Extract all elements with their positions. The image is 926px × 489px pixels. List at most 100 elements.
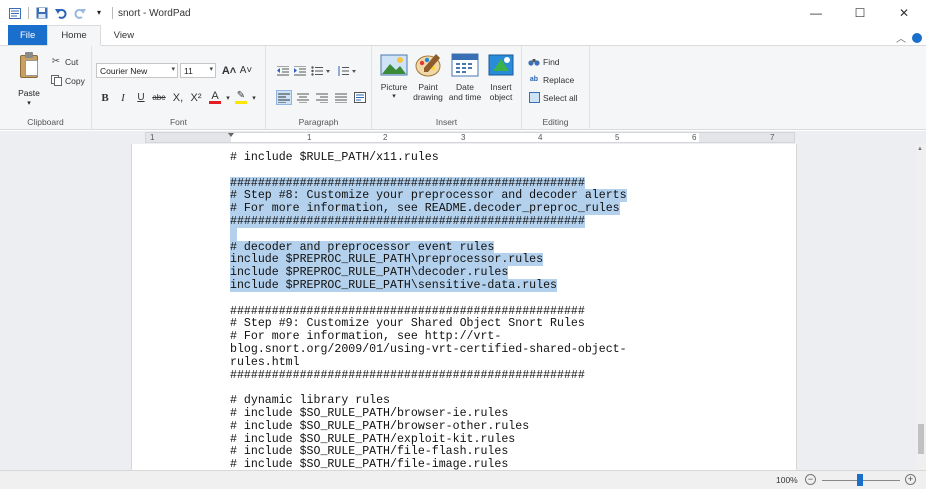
vertical-scrollbar[interactable]: ▲ <box>916 144 926 470</box>
document-page[interactable]: # include $RULE_PATH/x11.rules ##########… <box>131 144 797 470</box>
document-line-text: rules.html <box>230 355 300 369</box>
font-size-value: 11 <box>184 65 193 76</box>
font-group-label: Font <box>169 117 187 127</box>
picture-label: Picture <box>380 82 408 92</box>
replace-button[interactable]: ab Replace <box>528 74 574 85</box>
font-family-select[interactable]: Courier New ▾ <box>96 63 178 78</box>
align-right-icon[interactable] <box>314 90 330 105</box>
document-line[interactable] <box>230 227 627 242</box>
paint-drawing-label: Paint drawing <box>413 82 443 102</box>
calendar-icon <box>451 53 479 77</box>
document-line-text: # include $SO_RULE_PATH/browser-other.ru… <box>230 419 530 433</box>
highlight-button[interactable]: ✎ <box>234 90 248 105</box>
paint-drawing-button[interactable]: Paint drawing <box>410 52 446 102</box>
decrease-indent-icon[interactable] <box>276 63 290 78</box>
ruler-mark: 4 <box>538 133 543 142</box>
superscript-button[interactable]: X² <box>188 90 204 105</box>
font-size-select[interactable]: 11 ▾ <box>180 63 216 78</box>
document-line[interactable]: # include $SO_RULE_PATH/file-image.rules <box>230 458 627 470</box>
italic-button[interactable]: I <box>116 90 130 105</box>
minimize-button[interactable]: — <box>794 0 838 26</box>
undo-icon[interactable] <box>54 6 68 20</box>
line-spacing-icon[interactable] <box>336 63 358 78</box>
document-line[interactable]: ########################################… <box>230 214 627 229</box>
font-color-button[interactable]: A <box>208 90 222 105</box>
help-icon[interactable] <box>912 32 922 43</box>
title-bar: ▾ snort - WordPad — ☐ ✕ <box>0 0 926 26</box>
copy-label: Copy <box>65 75 85 86</box>
left-margin <box>146 133 231 142</box>
tab-view[interactable]: View <box>101 25 147 45</box>
paragraph-settings-icon[interactable] <box>352 90 368 105</box>
document-line-text: # Step #8: Customize your preprocessor a… <box>230 189 627 203</box>
zoom-level: 100% <box>776 475 798 485</box>
zoom-out-button[interactable]: − <box>805 474 816 485</box>
find-button[interactable]: Find <box>528 56 560 67</box>
document-line[interactable] <box>230 165 627 178</box>
subscript-button[interactable]: X, <box>170 90 186 105</box>
shrink-font-button[interactable]: A˅ <box>239 63 253 78</box>
picture-button[interactable]: Picture ▾ <box>378 52 410 102</box>
ruler-mark: 1 <box>150 133 155 142</box>
paragraph-group-label: Paragraph <box>298 117 339 127</box>
window-title: snort - WordPad <box>118 7 191 19</box>
document-line[interactable]: include $PREPROC_RULE_PATH\sensitive-dat… <box>230 278 627 293</box>
collapse-ribbon-icon[interactable]: ︿ <box>896 30 906 45</box>
save-icon[interactable] <box>35 6 49 20</box>
ruler-mark: 7 <box>770 133 775 142</box>
paste-button[interactable]: Paste ▾ <box>14 52 44 110</box>
tab-home[interactable]: Home <box>47 25 101 46</box>
strikethrough-button[interactable]: abe <box>150 90 168 105</box>
chevron-down-icon[interactable]: ▾ <box>250 90 258 105</box>
document-line-text: # include $SO_RULE_PATH/file-image.rules <box>230 458 509 470</box>
scrollbar-thumb[interactable] <box>918 424 924 454</box>
ruler[interactable]: 1 1 2 3 4 5 6 7 <box>145 132 795 143</box>
align-center-icon[interactable] <box>295 90 311 105</box>
grow-font-button[interactable]: A˄ <box>222 63 236 78</box>
select-all-icon <box>528 92 540 103</box>
bold-button[interactable]: B <box>98 90 112 105</box>
object-icon <box>488 54 514 76</box>
status-bar: 100% − + <box>0 470 926 489</box>
chevron-down-icon: ▾ <box>209 66 213 73</box>
zoom-slider-thumb[interactable] <box>857 474 863 486</box>
increase-indent-icon[interactable] <box>293 63 307 78</box>
font-family-value: Courier New <box>100 65 148 76</box>
close-button[interactable]: ✕ <box>882 0 926 26</box>
redo-icon[interactable] <box>73 6 87 20</box>
paragraph-group: Paragraph <box>266 46 372 130</box>
document-line-text: # include $SO_RULE_PATH/browser-ie.rules <box>230 406 509 420</box>
copy-button[interactable]: Copy <box>50 75 85 86</box>
select-all-button[interactable]: Select all <box>528 92 578 103</box>
document-line-text: # Step #9: Customize your Shared Object … <box>230 317 585 331</box>
cut-button[interactable]: ✂ Cut <box>50 56 78 67</box>
insert-object-button[interactable]: Insert object <box>484 52 518 102</box>
justify-icon[interactable] <box>333 90 349 105</box>
date-time-button[interactable]: Date and time <box>448 52 482 102</box>
document-line[interactable]: # include $RULE_PATH/x11.rules <box>230 151 627 165</box>
document-line[interactable]: ########################################… <box>230 368 627 383</box>
ribbon: Paste ▾ ✂ Cut Copy Clipboard Courier New… <box>0 46 926 130</box>
bullet-list-icon[interactable] <box>310 63 332 78</box>
customize-icon[interactable]: ▾ <box>92 6 106 20</box>
maximize-button[interactable]: ☐ <box>838 0 882 26</box>
chevron-down-icon[interactable]: ▾ <box>224 90 232 105</box>
document-line-text <box>230 227 237 241</box>
font-group: Courier New ▾ 11 ▾ A˄ A˅ B I U abe X, X²… <box>92 46 266 130</box>
scroll-up-icon[interactable]: ▲ <box>917 146 923 152</box>
paste-label: Paste <box>18 88 40 98</box>
indent-marker[interactable] <box>228 133 234 137</box>
app-menu-icon[interactable] <box>8 6 22 20</box>
underline-button[interactable]: U <box>134 90 148 105</box>
document-text[interactable]: # include $RULE_PATH/x11.rules ##########… <box>230 151 627 470</box>
document-line-text: # include $RULE_PATH/x11.rules <box>230 151 439 164</box>
ruler-mark: 2 <box>383 133 388 142</box>
document-line-text: ########################################… <box>230 368 585 382</box>
document-line-text: # dynamic library rules <box>230 394 391 408</box>
align-left-icon[interactable] <box>276 90 292 105</box>
font-color-icon: A <box>211 90 219 102</box>
tab-file[interactable]: File <box>8 25 48 45</box>
zoom-in-button[interactable]: + <box>905 474 916 485</box>
right-margin <box>699 133 794 142</box>
ribbon-tabs: File Home View ︿ <box>0 25 926 46</box>
